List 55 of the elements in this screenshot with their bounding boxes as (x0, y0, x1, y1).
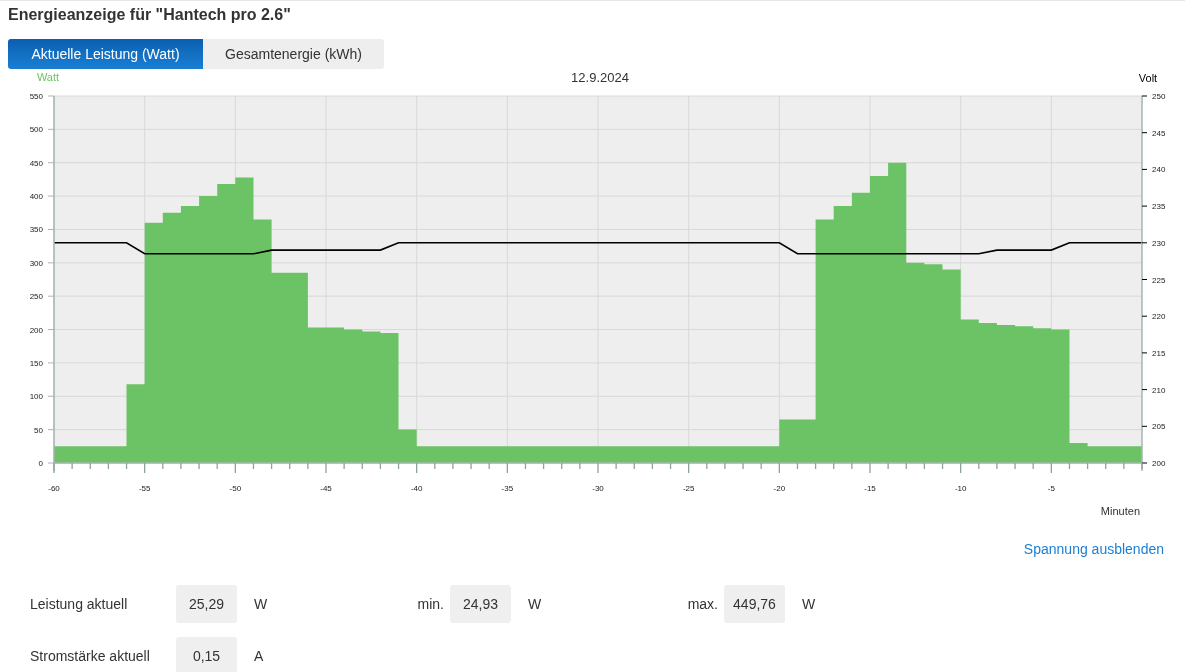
y2-tick-label: 250 (1152, 92, 1166, 101)
y2-tick-label: 245 (1152, 128, 1166, 138)
x-axis-title: Minuten (1100, 505, 1140, 517)
x-tick-label: -30 (592, 484, 604, 493)
stat-unit: A (254, 648, 265, 664)
y-tick-label: 200 (29, 325, 43, 335)
y-axis-title: Watt (36, 71, 60, 83)
y-tick-label: 450 (29, 158, 43, 168)
y-tick-label: 150 (29, 358, 43, 368)
y-tick-label: 0 (38, 459, 43, 468)
y2-tick-label: 225 (1152, 275, 1166, 285)
stat-value: 0,15 (176, 637, 237, 672)
x-tick-label: -45 (320, 484, 332, 493)
stat-label: max. (686, 596, 718, 612)
y2-tick-label: 220 (1152, 312, 1166, 322)
y2-tick-label: 235 (1152, 202, 1166, 212)
x-tick-label: -20 (773, 484, 786, 493)
y-tick-label: 500 (29, 125, 43, 135)
x-tick-label: -50 (229, 484, 242, 493)
y2-axis-title: Volt (1138, 72, 1158, 84)
y2-tick-label: 210 (1152, 385, 1166, 395)
y2-tick-label: 205 (1152, 422, 1166, 432)
stat-label: Leistung aktuell (30, 596, 129, 612)
stat-value: 25,29 (176, 585, 237, 623)
y-tick-label: 50 (34, 425, 43, 435)
stat-label: min. (416, 596, 444, 612)
stat-unit: W (802, 596, 817, 612)
y2-tick-label: 215 (1152, 348, 1166, 358)
x-tick-label: -25 (682, 484, 695, 493)
y2-tick-label: 230 (1152, 238, 1166, 248)
toggle-voltage-link[interactable]: Spannung ausblenden (1023, 541, 1164, 557)
tab[interactable]: Gesamtenergie (kWh) (203, 39, 384, 69)
x-tick-label: -60 (48, 484, 60, 493)
x-tick-label: -40 (410, 484, 423, 493)
stat-value: 24,93 (450, 585, 511, 623)
stat-unit: W (528, 596, 543, 612)
x-tick-label: -10 (954, 484, 967, 493)
x-tick-label: -55 (138, 484, 151, 493)
y-tick-label: 350 (29, 225, 43, 235)
y-tick-label: 250 (29, 292, 43, 302)
x-tick-label: -35 (501, 484, 514, 493)
y-tick-label: 100 (29, 392, 43, 402)
page-title: Energieanzeige für "Hantech pro 2.6" (7, 5, 292, 25)
y-tick-label: 300 (29, 258, 43, 268)
stat-label: Stromstärke aktuell (30, 648, 151, 664)
y-tick-label: 550 (29, 92, 43, 101)
x-tick-label: -5 (1047, 484, 1055, 493)
y2-tick-label: 240 (1152, 165, 1166, 175)
stat-value: 449,76 (724, 585, 785, 623)
y2-tick-label: 200 (1152, 459, 1166, 468)
stat-unit: W (254, 596, 269, 612)
y-tick-label: 400 (29, 192, 43, 202)
tab[interactable]: Aktuelle Leistung (Watt) (8, 39, 203, 69)
chart-title: 12.9.2024 (571, 70, 629, 85)
x-tick-label: -15 (864, 484, 876, 493)
